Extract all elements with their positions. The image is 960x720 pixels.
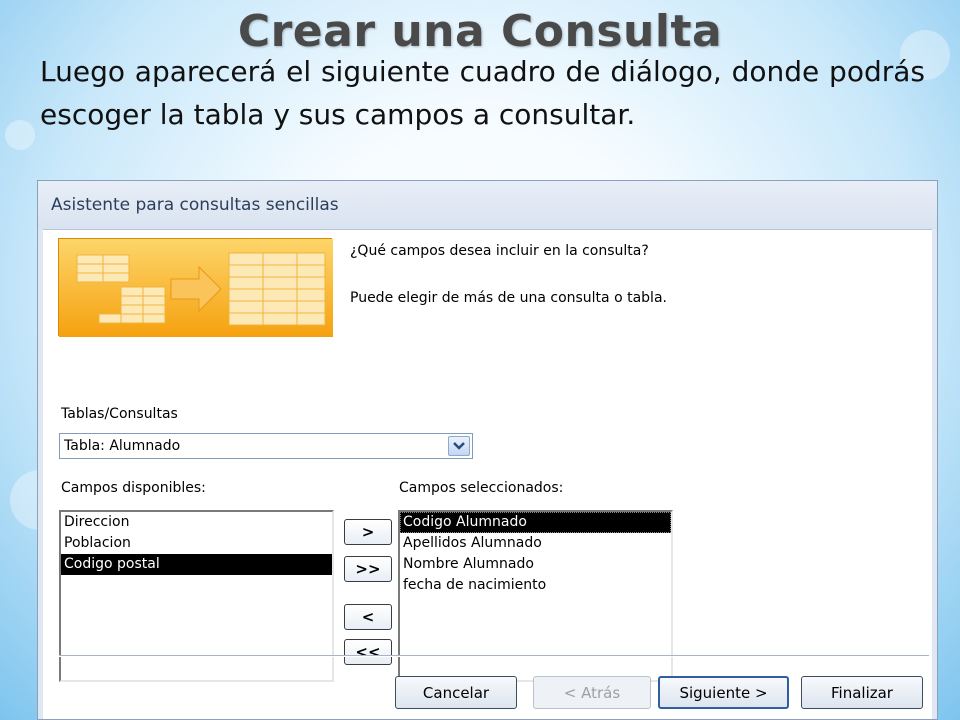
remove-field-button[interactable]: < [344, 604, 392, 630]
list-item[interactable]: fecha de nacimiento [400, 575, 671, 596]
available-fields-label: Campos disponibles: [61, 480, 206, 496]
selected-fields-label: Campos seleccionados: [399, 480, 564, 496]
add-field-button[interactable]: > [344, 519, 392, 545]
list-item[interactable]: Poblacion [61, 533, 332, 554]
finish-button[interactable]: Finalizar [801, 676, 923, 709]
list-item[interactable]: Direccion [61, 512, 332, 533]
dialog-title: Asistente para consultas sencillas [51, 195, 339, 215]
remove-all-fields-button[interactable]: << [344, 639, 392, 665]
query-wizard-dialog: Asistente para consultas sencillas ¿Qué … [37, 180, 938, 720]
add-all-fields-button[interactable]: >> [344, 556, 392, 582]
dialog-content: ¿Qué campos desea incluir en la consulta… [43, 229, 932, 719]
list-item[interactable]: Codigo postal [61, 554, 332, 575]
wizard-question: ¿Qué campos desea incluir en la consulta… [350, 243, 649, 259]
background-bokeh [5, 120, 35, 150]
list-item[interactable]: Apellidos Alumnado [400, 533, 671, 554]
next-button[interactable]: Siguiente > [658, 676, 789, 709]
tables-combobox-value: Tabla: Alumnado [64, 438, 181, 454]
back-button[interactable]: < Atrás [533, 676, 651, 709]
cancel-button[interactable]: Cancelar [395, 676, 517, 709]
dialog-titlebar[interactable]: Asistente para consultas sencillas [38, 181, 937, 229]
wizard-tables-illustration [58, 238, 333, 337]
footer-divider [59, 655, 929, 657]
tables-label: Tablas/Consultas [61, 406, 178, 422]
tables-combobox[interactable]: Tabla: Alumnado [59, 433, 473, 459]
list-item[interactable]: Nombre Alumnado [400, 554, 671, 575]
dropdown-arrow-icon[interactable] [448, 436, 470, 456]
list-item[interactable]: Codigo Alumnado [400, 512, 671, 533]
slide-body-text: Luego aparecerá el siguiente cuadro de d… [40, 55, 925, 131]
wizard-hint: Puede elegir de más de una consulta o ta… [350, 290, 667, 306]
